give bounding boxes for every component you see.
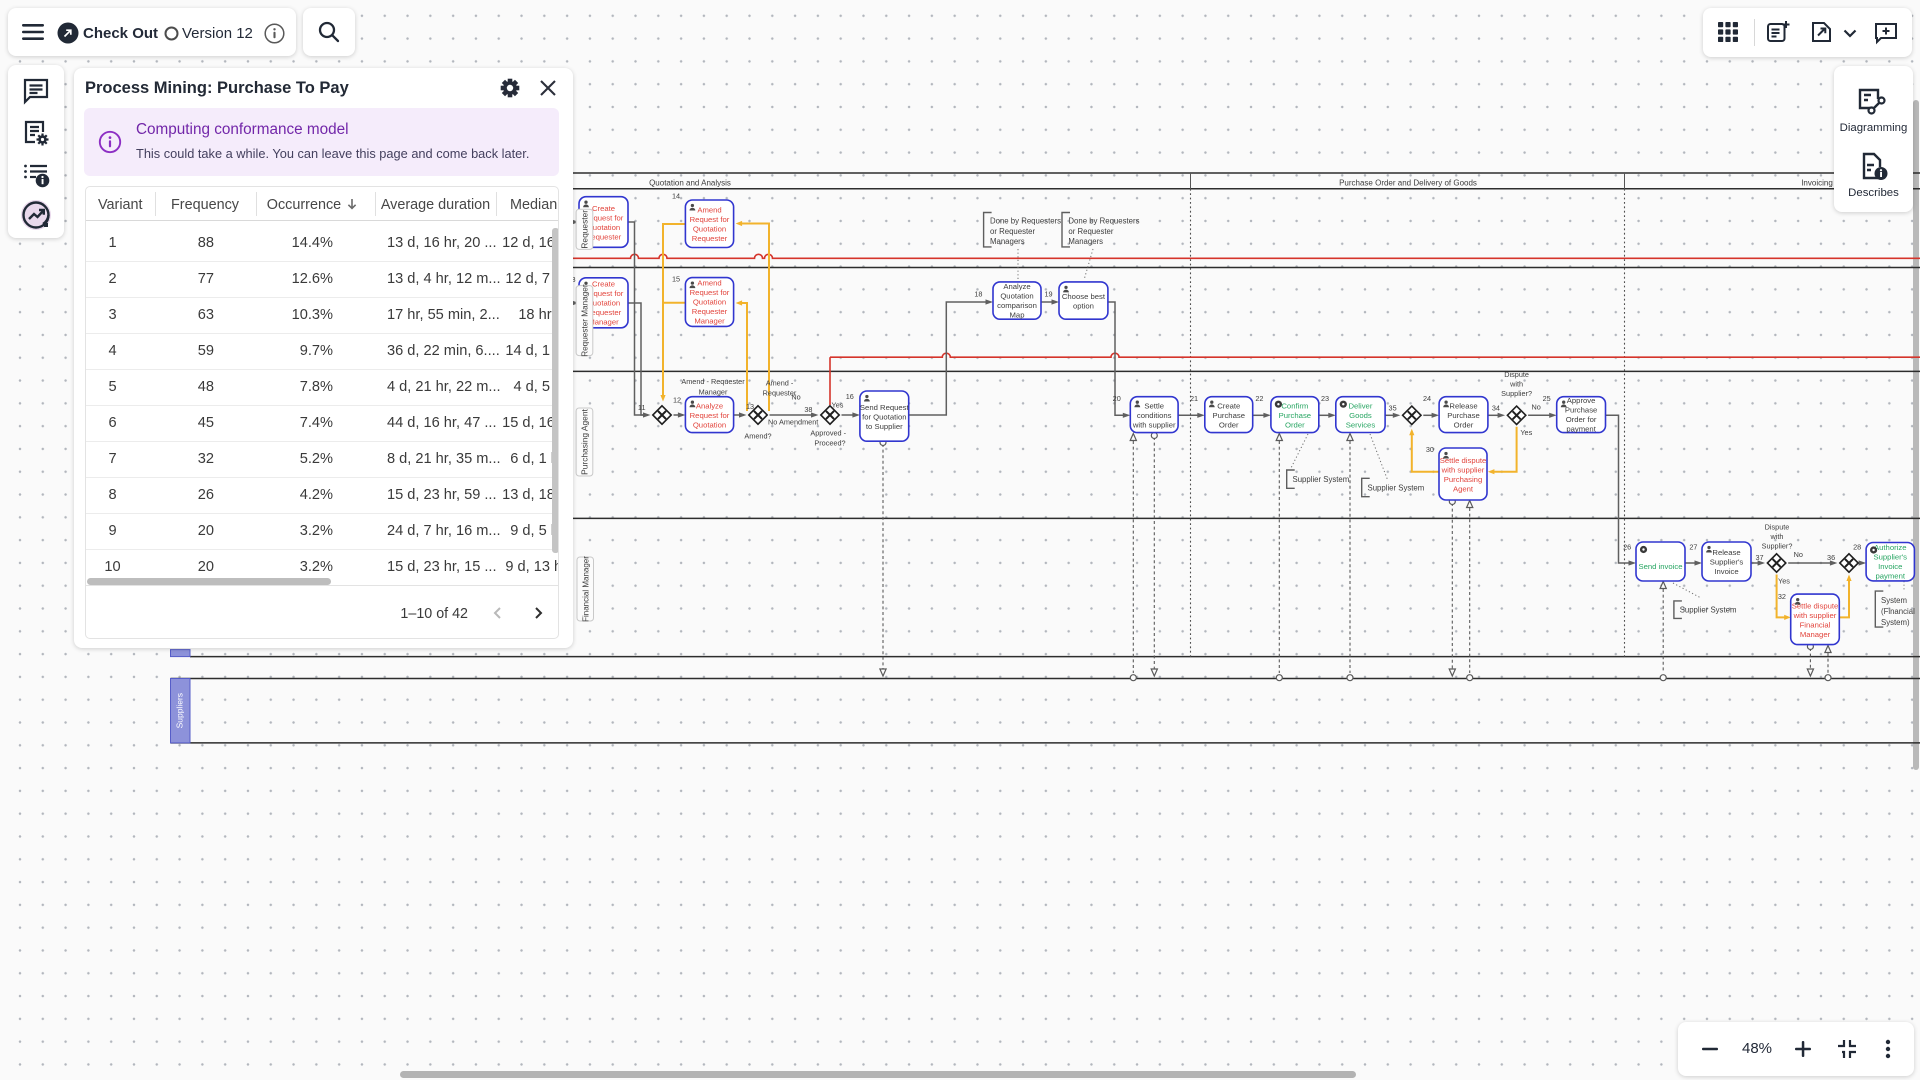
svg-text:Done by Requesters: Done by Requesters	[1068, 217, 1139, 226]
svg-text:Supplier System: Supplier System	[1293, 475, 1350, 484]
svg-text:36: 36	[1827, 553, 1835, 562]
svg-text:or Requester: or Requester	[990, 227, 1035, 236]
svg-text:Purchasing Agent: Purchasing Agent	[579, 409, 589, 475]
svg-text:Amend - Requester: Amend - Requester	[681, 377, 745, 386]
svg-text:26: 26	[1623, 542, 1631, 551]
svg-text:Yes: Yes	[1520, 428, 1532, 437]
svg-text:Supplier System: Supplier System	[1680, 606, 1737, 615]
svg-text:Send invoice: Send invoice	[1638, 562, 1682, 571]
svg-text:Supplier?: Supplier?	[1501, 389, 1532, 398]
svg-text:Proceed?: Proceed?	[814, 438, 845, 447]
svg-text:ReleaseSupplier'sInvoice: ReleaseSupplier'sInvoice	[1710, 548, 1744, 576]
svg-text:34: 34	[1492, 404, 1500, 413]
svg-text:25: 25	[1543, 394, 1551, 403]
svg-text:Amend -: Amend -	[766, 378, 794, 387]
svg-text:Invoicing: Invoicing	[1801, 178, 1833, 187]
svg-text:with: with	[1509, 380, 1523, 389]
svg-text:Dispute: Dispute	[1765, 523, 1790, 532]
svg-text:21: 21	[1190, 394, 1198, 403]
svg-text:38: 38	[804, 405, 812, 414]
svg-text:35: 35	[1389, 404, 1397, 413]
svg-text:13: 13	[746, 402, 754, 411]
svg-text:14: 14	[672, 192, 680, 201]
svg-text:Financial Manager: Financial Manager	[581, 556, 590, 622]
svg-text:Purchase Order and Delivery of: Purchase Order and Delivery of Goods	[1339, 178, 1477, 187]
svg-text:37: 37	[1755, 553, 1763, 562]
svg-text:28: 28	[1853, 542, 1861, 551]
svg-text:16: 16	[846, 392, 854, 401]
svg-text:No: No	[1532, 403, 1541, 412]
svg-text:Send Requestfor Quotationto Su: Send Requestfor Quotationto Supplier	[860, 403, 910, 431]
svg-text:No Amendment: No Amendment	[768, 417, 818, 426]
svg-text:System): System)	[1881, 618, 1910, 627]
svg-text:Approved -: Approved -	[810, 429, 846, 438]
svg-text:with: with	[1770, 532, 1784, 541]
svg-text:System: System	[1881, 596, 1907, 605]
svg-text:Yes: Yes	[1778, 576, 1790, 585]
svg-text:Yes: Yes	[832, 400, 844, 409]
svg-text:AuthorizeSupplier'sInvoicepaym: AuthorizeSupplier'sInvoicepayment	[1873, 543, 1907, 581]
svg-text:Suppliers: Suppliers	[175, 693, 185, 728]
svg-text:Requester: Requester	[579, 210, 589, 249]
svg-text:12: 12	[673, 396, 681, 405]
svg-text:Manager: Manager	[699, 388, 728, 397]
svg-text:Done by Requesters: Done by Requesters	[990, 217, 1061, 226]
svg-text:Managers: Managers	[1068, 237, 1103, 246]
svg-text:or Requester: or Requester	[1068, 227, 1113, 236]
svg-text:Requester: Requester	[763, 388, 797, 397]
svg-text:23: 23	[1321, 394, 1329, 403]
svg-text:Supplier System: Supplier System	[1368, 483, 1425, 492]
svg-text:20: 20	[1113, 394, 1121, 403]
svg-text:DeliverGoodsServices: DeliverGoodsServices	[1346, 401, 1376, 429]
svg-text:Dispute: Dispute	[1504, 370, 1529, 379]
svg-text:Amend?: Amend?	[744, 431, 771, 440]
svg-text:32: 32	[1778, 592, 1786, 601]
svg-text:Managers: Managers	[990, 237, 1025, 246]
svg-text:27: 27	[1689, 542, 1697, 551]
svg-text:15: 15	[672, 275, 680, 284]
svg-text:19: 19	[1044, 289, 1052, 298]
svg-text:18: 18	[974, 289, 982, 298]
svg-text:22: 22	[1255, 394, 1263, 403]
svg-text:Quotation and Analysis: Quotation and Analysis	[649, 178, 731, 187]
svg-text:24: 24	[1423, 394, 1431, 403]
svg-text:Supplier?: Supplier?	[1762, 542, 1793, 551]
svg-text:(Financial: (Financial	[1881, 607, 1915, 616]
svg-text:11: 11	[638, 403, 646, 412]
svg-text:Requester Manager: Requester Manager	[580, 284, 589, 357]
svg-text:ApprovePurchaseOrder forpaymen: ApprovePurchaseOrder forpayment	[1565, 396, 1597, 434]
svg-text:30: 30	[1426, 445, 1434, 454]
svg-text:No: No	[1794, 550, 1803, 559]
